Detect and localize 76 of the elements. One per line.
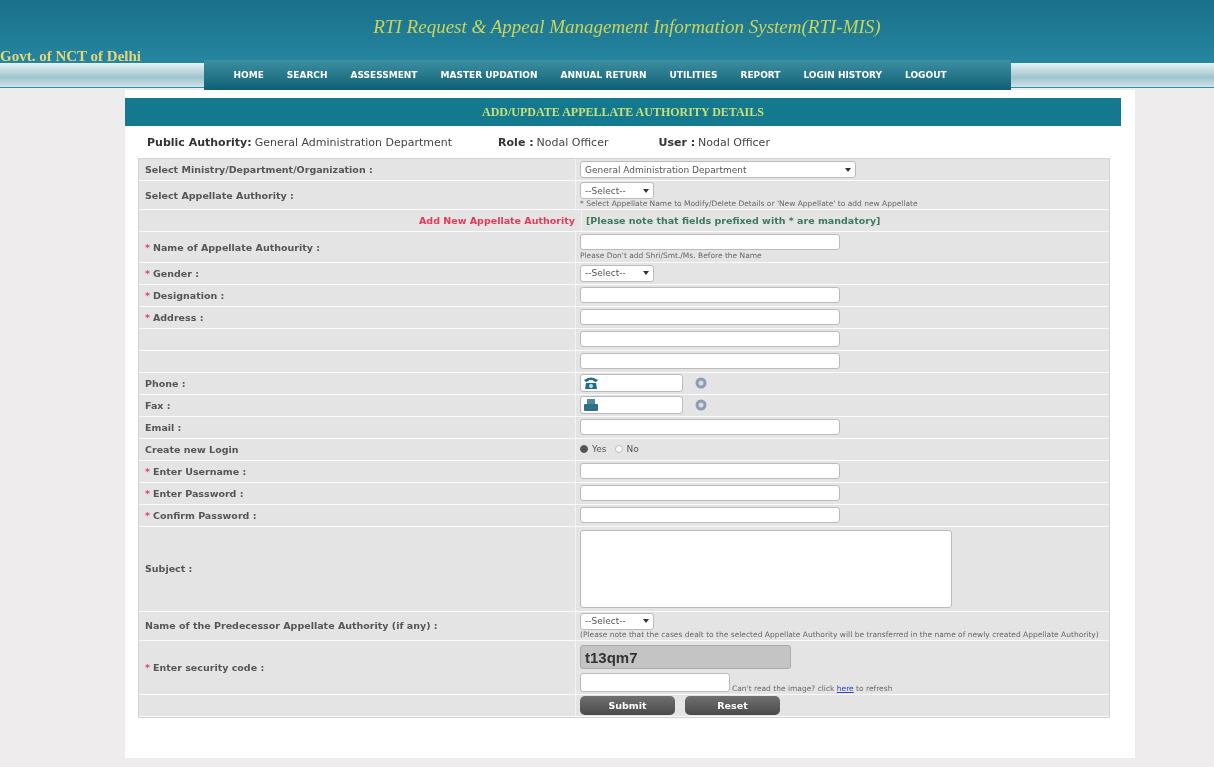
input-field[interactable]: [580, 485, 840, 502]
form-button[interactable]: Reset: [685, 696, 780, 716]
nav-link[interactable]: ANNUAL RETURN: [560, 70, 647, 80]
radio-label: Yes: [592, 444, 607, 455]
input-field[interactable]: [580, 331, 840, 348]
caret-icon: [643, 619, 649, 624]
info-label: User :: [658, 136, 696, 149]
field-label: Fax :: [145, 399, 171, 411]
form-button[interactable]: Submit: [580, 696, 675, 716]
help-icon[interactable]: [695, 377, 707, 390]
field-label: Enter Username :: [152, 465, 247, 477]
required-marker: *: [145, 267, 150, 279]
radio-label: No: [626, 444, 639, 455]
nav-link[interactable]: SEARCH: [286, 70, 328, 80]
input-field[interactable]: [580, 309, 840, 326]
nav-link[interactable]: REPORT: [740, 70, 781, 80]
dropdown[interactable]: General Administration Department: [580, 161, 856, 178]
field-label: Gender :: [152, 267, 199, 279]
nav-link[interactable]: LOGOUT: [905, 70, 947, 80]
input-field[interactable]: [580, 353, 840, 370]
field-label: Name of the Predecessor Appellate Authority (if any) :: [145, 620, 438, 632]
captcha-image: t13qm7: [580, 645, 791, 670]
nav-link[interactable]: UTILITIES: [669, 70, 718, 80]
input-field[interactable]: [580, 419, 840, 436]
caret-icon: [643, 188, 649, 193]
nav-link[interactable]: ASSESSMENT: [350, 70, 418, 80]
required-marker: *: [145, 465, 150, 477]
field-label: Phone :: [145, 377, 186, 389]
section-title: Add New Appellate Authority: [419, 215, 575, 227]
info-value: Nodal Officer: [698, 136, 770, 149]
fax-machine-icon: [583, 398, 599, 413]
org-name: Govt. of NCT of Delhi: [0, 48, 142, 65]
nav-link[interactable]: HOME: [233, 70, 264, 80]
required-marker: *: [145, 487, 150, 499]
site-title: RTI Request & Appeal Management Information System(RTI-MIS): [373, 16, 881, 38]
field-label: Address :: [152, 311, 204, 323]
input-field[interactable]: [580, 507, 840, 524]
dropdown[interactable]: --Select--: [580, 612, 654, 630]
nav-link[interactable]: MASTER UPDATION: [440, 70, 538, 80]
required-marker: *: [145, 509, 150, 521]
field-label: Confirm Password :: [152, 509, 257, 521]
required-marker: *: [145, 311, 150, 323]
info-label: Role :: [498, 136, 534, 149]
page-heading: ADD/UPDATE APPELLATE AUTHORITY DETAILS: [125, 98, 1121, 126]
field-label: Create new Login: [145, 443, 239, 455]
info-value: General Administration Department: [254, 136, 453, 149]
field-label: Name of Appellate Authourity :: [152, 241, 321, 253]
field-label: Designation :: [152, 289, 225, 301]
input-field[interactable]: [580, 673, 730, 693]
field-label: Select Ministry/Department/Organization :: [145, 164, 373, 175]
input-field[interactable]: [580, 374, 683, 393]
field-label: Subject :: [145, 563, 193, 575]
required-marker: *: [145, 662, 150, 674]
input-field[interactable]: [580, 234, 840, 251]
text-area[interactable]: [580, 529, 952, 608]
field-label: Select Appellate Authority :: [145, 189, 294, 201]
info-label: Public Authority:: [147, 136, 252, 149]
field-label: Email :: [145, 421, 182, 433]
field-label: Enter security code :: [152, 662, 265, 674]
caret-icon: [643, 271, 649, 276]
input-field[interactable]: [580, 463, 840, 480]
dropdown[interactable]: --Select--: [580, 264, 654, 282]
required-marker: *: [145, 241, 150, 253]
input-field[interactable]: [580, 396, 683, 415]
telephone-icon: [583, 376, 599, 391]
mandatory-note: [Please note that fields prefixed with * are mandatory]: [586, 215, 882, 227]
help-icon[interactable]: [695, 399, 707, 412]
dropdown[interactable]: --Select--: [580, 182, 654, 199]
input-field[interactable]: [580, 287, 840, 304]
nav-link[interactable]: LOGIN HISTORY: [803, 70, 883, 80]
radio-button[interactable]: [614, 445, 623, 454]
caret-icon: [845, 167, 851, 172]
info-value: Nodal Officer: [536, 136, 609, 149]
required-marker: *: [145, 289, 150, 301]
radio-button[interactable]: [580, 445, 588, 454]
field-label: Enter Password :: [152, 487, 244, 499]
